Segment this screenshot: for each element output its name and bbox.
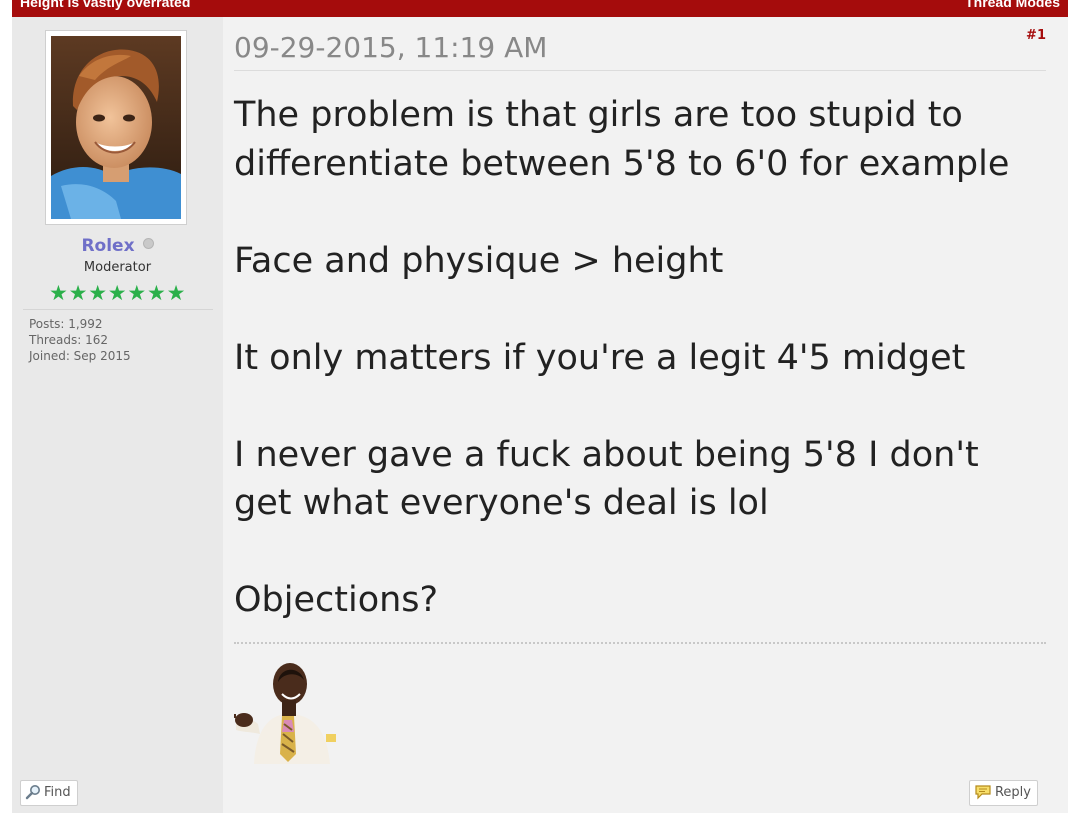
rank-star-icon: ★ <box>166 281 186 305</box>
thread-header: Height is vastly overrated Thread Modes <box>12 0 1068 17</box>
speech-bubble-icon <box>975 785 991 800</box>
author-column: Rolex Moderator ★ ★ ★ ★ ★ ★ ★ Posts: 1,992 Thr… <box>12 17 223 813</box>
author-join-date: Joined: Sep 2015 <box>29 349 131 363</box>
message-paragraph: It only matters if you're a legit 4'5 mi… <box>234 337 966 378</box>
thread-modes-link[interactable]: Thread Modes <box>965 0 1060 10</box>
message-paragraph: Face and physique > height <box>234 240 724 281</box>
message-paragraph: The problem is that girls are too stupid… <box>234 95 1010 184</box>
author-name-row: Rolex <box>12 236 223 256</box>
post: Rolex Moderator ★ ★ ★ ★ ★ ★ ★ Posts: 1,992 Thr… <box>12 17 1068 813</box>
post-content: 09-29-2015, 11:19 AM #1 The problem is t… <box>228 17 1046 813</box>
author-rank-stars: ★ ★ ★ ★ ★ ★ ★ <box>49 282 189 304</box>
post-number-link[interactable]: #1 <box>1026 28 1046 43</box>
avatar-image <box>51 36 181 219</box>
author-username[interactable]: Rolex <box>81 236 134 256</box>
post-date: 09-29-2015, 11:19 AM <box>234 31 548 64</box>
rank-star-icon: ★ <box>107 281 127 305</box>
post-message: The problem is that girls are too stupid… <box>234 91 1046 625</box>
post-header-divider <box>234 70 1046 71</box>
rank-star-icon: ★ <box>147 281 166 305</box>
signature-image <box>228 654 342 768</box>
rank-star-icon: ★ <box>68 281 88 305</box>
reply-button[interactable]: Reply <box>968 780 1038 806</box>
author-post-count: Posts: 1,992 <box>29 317 103 331</box>
signature-divider <box>234 642 1046 644</box>
message-paragraph: Objections? <box>234 580 439 620</box>
avatar[interactable] <box>45 30 187 225</box>
find-button[interactable]: Find <box>20 780 78 806</box>
rank-star-icon: ★ <box>49 281 68 305</box>
reply-button-label: Reply <box>994 785 1031 800</box>
author-thread-count: Threads: 162 <box>29 333 108 347</box>
author-user-title: Moderator <box>83 260 152 275</box>
find-button-label: Find <box>44 785 71 800</box>
offline-status-icon <box>142 238 154 249</box>
rank-star-icon: ★ <box>88 281 108 305</box>
rank-star-icon: ★ <box>127 281 147 305</box>
message-paragraph: I never gave a fuck about being 5'8 I do… <box>234 434 979 524</box>
thread-title[interactable]: Height is vastly overrated <box>20 0 190 10</box>
magnifier-icon <box>25 785 40 800</box>
author-divider <box>23 309 213 310</box>
author-stats: Posts: 1,992 Threads: 162 Joined: Sep 20… <box>29 316 131 364</box>
